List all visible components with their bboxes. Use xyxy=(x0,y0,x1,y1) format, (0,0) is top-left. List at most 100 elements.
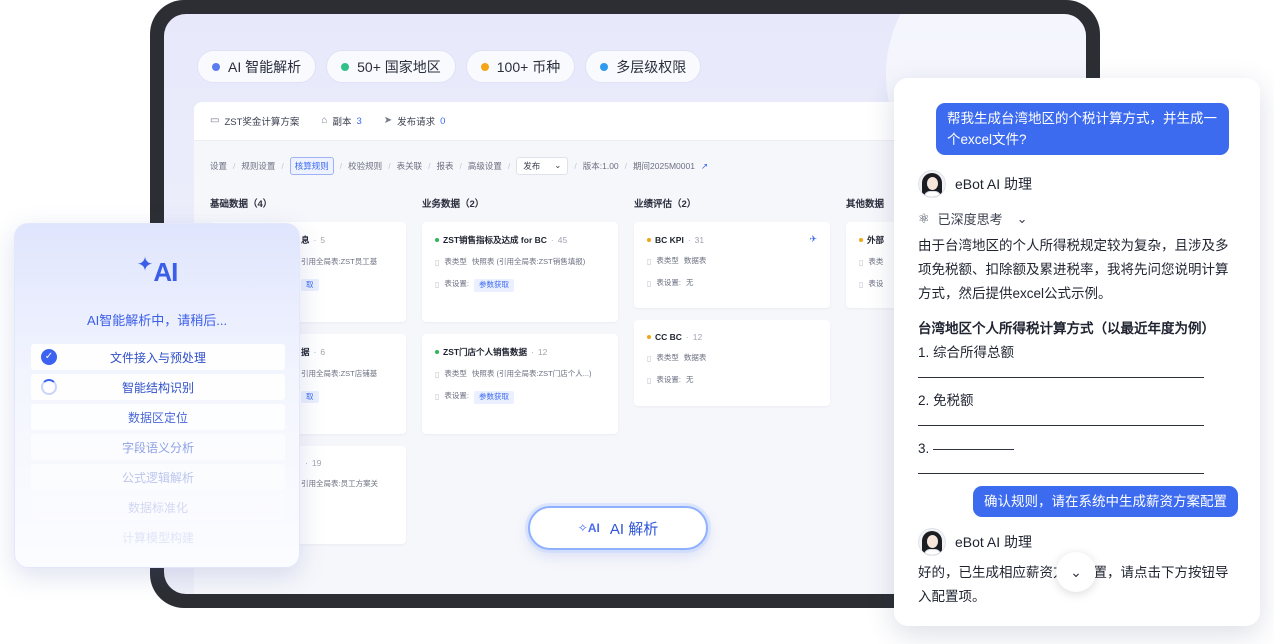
ai-steps-list: ✓ 文件接入与预处理 智能结构识别 数据区定位 字段语义分析 公式逻辑解析 数据标… xyxy=(31,344,285,554)
chat-panel: 帮我生成台湾地区的个税计算方式，并生成一个excel文件? eBot AI 助理… xyxy=(894,78,1260,626)
status-dot xyxy=(647,237,651,242)
card-setting-label: 表设置: xyxy=(444,391,469,401)
period-label: 期间2025M0001 xyxy=(633,161,695,171)
table-card[interactable]: CC BC · 12 ▯ 表类型 数据表 ▯ 表设置: 无 xyxy=(634,320,830,406)
card-setting-tag: 参数获取 xyxy=(474,279,514,292)
card-count-sep: · xyxy=(687,234,691,245)
nav-sep: / xyxy=(281,161,284,171)
feature-chip-permissions: 多层级权限 xyxy=(585,50,702,83)
nav-sep: / xyxy=(428,161,431,171)
send-icon: ➤ xyxy=(383,115,393,126)
table-card[interactable]: BC KPI · 31 ✈ ▯ 表类型 数据表 ▯ 表设置: 无 xyxy=(634,222,830,308)
ai-parse-button[interactable]: ✧AI AI 解析 xyxy=(528,506,708,550)
nav-item-rules[interactable]: 规则设置 xyxy=(241,160,275,172)
nav-item-validation[interactable]: 校验规则 xyxy=(348,160,382,172)
chip-dot xyxy=(341,62,350,71)
card-setting-row: ▯ 表设置: 无 xyxy=(647,278,817,289)
publish-label: 发布请求 xyxy=(397,117,436,128)
card-type-label: 表类型 xyxy=(656,353,679,362)
column-business-data: 业务数据（2） ZST销售指标及达成 for BC · 45 ▯ 表类型 快照表 (引用… xyxy=(422,196,618,446)
publish-select[interactable]: 发布 ⌄ xyxy=(516,157,569,175)
card-name: ZST门店个人销售数据 xyxy=(443,347,528,357)
section-title: 台湾地区个人所得税计算方式（以最近年度为例） xyxy=(918,321,1215,336)
card-count: 5 xyxy=(320,235,326,245)
divider-line xyxy=(918,377,1204,378)
card-type: 数据表 xyxy=(683,353,707,362)
table-card[interactable]: ZST门店个人销售数据 · 12 ▯ 表类型 快照表 (引用全局表:ZST门店个人...… xyxy=(422,334,618,434)
card-type: 数据表 xyxy=(683,256,707,265)
nav-item-settings[interactable]: 设置 xyxy=(210,160,227,172)
bot-header: eBot AI 助理 xyxy=(918,528,1032,556)
card-type-row: ▯ 表类型 数据表 xyxy=(647,353,817,364)
deep-thinking-toggle[interactable]: ⚛ 已深度思考 ⌄ xyxy=(918,209,1028,228)
ai-step-label: 公式逻辑解析 xyxy=(121,470,194,485)
card-name: 外部 xyxy=(867,235,885,245)
book-icon: ▭ xyxy=(210,115,220,126)
ai-step-label: 数据区定位 xyxy=(127,410,188,425)
chip-label: 50+ 国家地区 xyxy=(357,58,441,75)
ai-step-label: 文件接入与预处理 xyxy=(109,350,206,365)
file-icon: ▯ xyxy=(435,280,440,290)
card-type-label: 表类型 xyxy=(444,257,467,266)
chip-dot xyxy=(212,62,220,71)
avatar-body xyxy=(924,549,941,555)
stage: AI 智能解析 50+ 国家地区 100+ 币种 多层级权限 ▭ ZST奖金计算方… xyxy=(0,0,1274,644)
nav-sep: / xyxy=(339,161,343,171)
card-name: ZST销售指标及达成 for BC xyxy=(443,235,547,245)
ai-step-label: 计算模型构建 xyxy=(121,530,194,545)
user-message: 帮我生成台湾地区的个税计算方式，并生成一个excel文件? xyxy=(936,103,1229,155)
card-setting-tag: 参数获取 xyxy=(474,391,514,404)
card-count: 6 xyxy=(320,347,326,357)
chip-dot xyxy=(480,62,489,71)
bot-header: eBot AI 助理 xyxy=(918,170,1032,198)
ai-progress-panel: ✦AI AI智能解析中，请稍后... ✓ 文件接入与预处理 智能结构识别 数据区定… xyxy=(14,223,300,568)
user-message: 确认规则，请在系统中生成薪资方案配置 xyxy=(973,486,1238,517)
chip-label: AI 智能解析 xyxy=(228,58,302,75)
card-setting-tag: 取 xyxy=(301,390,319,403)
card-type: 快照表 (引用全局表:ZST销售填报) xyxy=(471,257,586,266)
card-type-row: ▯ 表类型 快照表 (引用全局表:ZST门店个人...) xyxy=(435,369,605,380)
file-icon: ▯ xyxy=(435,392,440,402)
card-title: CC BC · 12 xyxy=(647,332,817,342)
chevron-down-icon: ⌄ xyxy=(1070,563,1082,580)
card-count: 12 xyxy=(692,332,703,342)
nav-item-advanced[interactable]: 高级设置 xyxy=(468,160,502,172)
nav-item-accounting-rules[interactable]: 核算规则 xyxy=(289,157,334,175)
feature-chip-regions: 50+ 国家地区 xyxy=(326,50,456,83)
card-setting-label: 表设置: xyxy=(444,279,469,289)
nav-sep: / xyxy=(574,161,577,171)
settings-nav: 设置 / 规则设置 / 核算规则 / 校验规则 / 表关联 / 报表 / 高级设置 / 发布 ⌄… xyxy=(210,157,708,175)
publish-request-button[interactable]: ➤ 发布请求 0 xyxy=(383,114,446,129)
scroll-down-button[interactable]: ⌄ xyxy=(1056,552,1096,592)
card-count-sep: · xyxy=(685,332,689,342)
card-type-label: 表类型 xyxy=(444,369,467,378)
copy-label: 副本 xyxy=(332,117,352,128)
pin-icon[interactable]: ✈ xyxy=(809,234,817,245)
copy-button[interactable]: ⌂ 副本 3 xyxy=(321,114,361,129)
ai-step: 智能结构识别 xyxy=(31,374,285,400)
avatar xyxy=(918,170,946,198)
scheme-title[interactable]: ▭ ZST奖金计算方案 xyxy=(210,114,299,129)
feature-chips: AI 智能解析 50+ 国家地区 100+ 币种 多层级权限 xyxy=(197,50,702,83)
avatar xyxy=(918,528,946,556)
nav-item-table-links[interactable]: 表关联 xyxy=(397,160,423,172)
ai-logo-text: AI xyxy=(153,257,178,287)
table-card[interactable]: ZST销售指标及达成 for BC · 45 ▯ 表类型 快照表 (引用全局表:ZST销… xyxy=(422,222,618,322)
card-type: 快照表 (引用全局表:ZST门店个人...) xyxy=(471,369,592,378)
app-header: ▭ ZST奖金计算方案 ⌂ 副本 3 ➤ 发布请求 0 xyxy=(194,102,954,141)
card-count: 12 xyxy=(537,347,548,357)
external-link-icon[interactable]: ↗ xyxy=(701,161,708,172)
publish-count: 0 xyxy=(440,115,446,127)
version-label: 版本:1.00 xyxy=(582,161,619,171)
ai-step: 数据标准化 xyxy=(31,494,285,520)
check-icon: ✓ xyxy=(41,349,57,365)
ai-icon-text: AI xyxy=(587,521,600,535)
chevron-down-icon: ⌄ xyxy=(1016,210,1028,226)
nav-item-reports[interactable]: 报表 xyxy=(436,160,453,172)
card-name: CC BC xyxy=(655,332,682,342)
card-setting-row: ▯ 表设置: 参数获取 xyxy=(435,279,605,292)
ai-step: 公式逻辑解析 xyxy=(31,464,285,490)
column-title: 业绩评估（2） xyxy=(634,199,697,210)
avatar-face xyxy=(927,177,938,190)
card-type-label: 表类 xyxy=(868,257,884,266)
